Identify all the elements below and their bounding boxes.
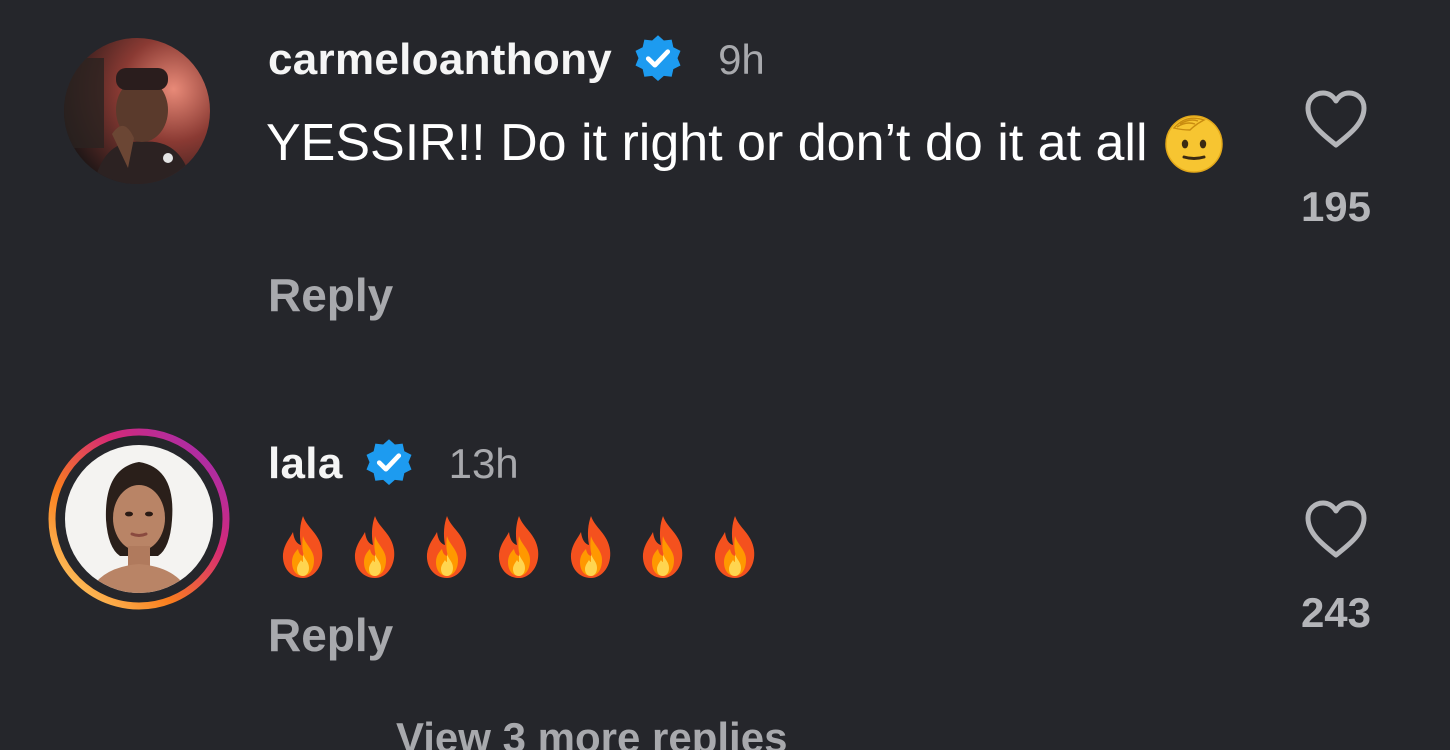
comment-header: carmeloanthony 9h — [268, 28, 765, 92]
reply-button[interactable]: Reply — [268, 268, 393, 322]
verified-badge-icon — [632, 34, 684, 86]
saluting-face-emoji-icon — [1162, 110, 1226, 192]
avatar[interactable] — [64, 38, 210, 184]
like-button[interactable]: 195 — [1296, 88, 1376, 231]
timestamp: 9h — [718, 36, 765, 83]
avatar[interactable] — [48, 428, 230, 610]
comment-item: lala 13h 🔥🔥🔥🔥🔥🔥🔥 Reply 243 — [0, 400, 1450, 700]
view-more-replies-button[interactable]: View 3 more replies — [396, 714, 787, 750]
heart-icon[interactable] — [1302, 88, 1370, 155]
comments-thread: carmeloanthony 9h YESSIR!! Do it right o… — [0, 0, 1450, 750]
username[interactable]: carmeloanthony — [268, 35, 612, 85]
comment-header: lala 13h — [268, 432, 519, 496]
fire-emoji-icon — [490, 514, 548, 580]
timestamp: 13h — [448, 440, 519, 487]
comment-text: YESSIR!! Do it right or don’t do it at a… — [266, 108, 1246, 192]
fire-emoji-icon — [634, 514, 692, 580]
reply-button[interactable]: Reply — [268, 608, 393, 662]
like-count: 195 — [1300, 183, 1372, 230]
comment-item: carmeloanthony 9h YESSIR!! Do it right o… — [0, 0, 1450, 380]
like-count: 243 — [1300, 589, 1372, 636]
verified-badge-icon — [363, 438, 415, 490]
heart-icon[interactable] — [1302, 498, 1370, 565]
comment-body: YESSIR!! Do it right or don’t do it at a… — [266, 114, 1148, 172]
fire-emoji-icon — [274, 514, 332, 580]
fire-emoji-icon — [346, 514, 404, 580]
like-button[interactable]: 243 — [1296, 498, 1376, 637]
fire-emoji-icon — [706, 514, 764, 580]
fire-emoji-icon — [562, 514, 620, 580]
username[interactable]: lala — [268, 439, 343, 489]
comment-text: 🔥🔥🔥🔥🔥🔥🔥 — [274, 514, 764, 580]
fire-emoji-icon — [418, 514, 476, 580]
